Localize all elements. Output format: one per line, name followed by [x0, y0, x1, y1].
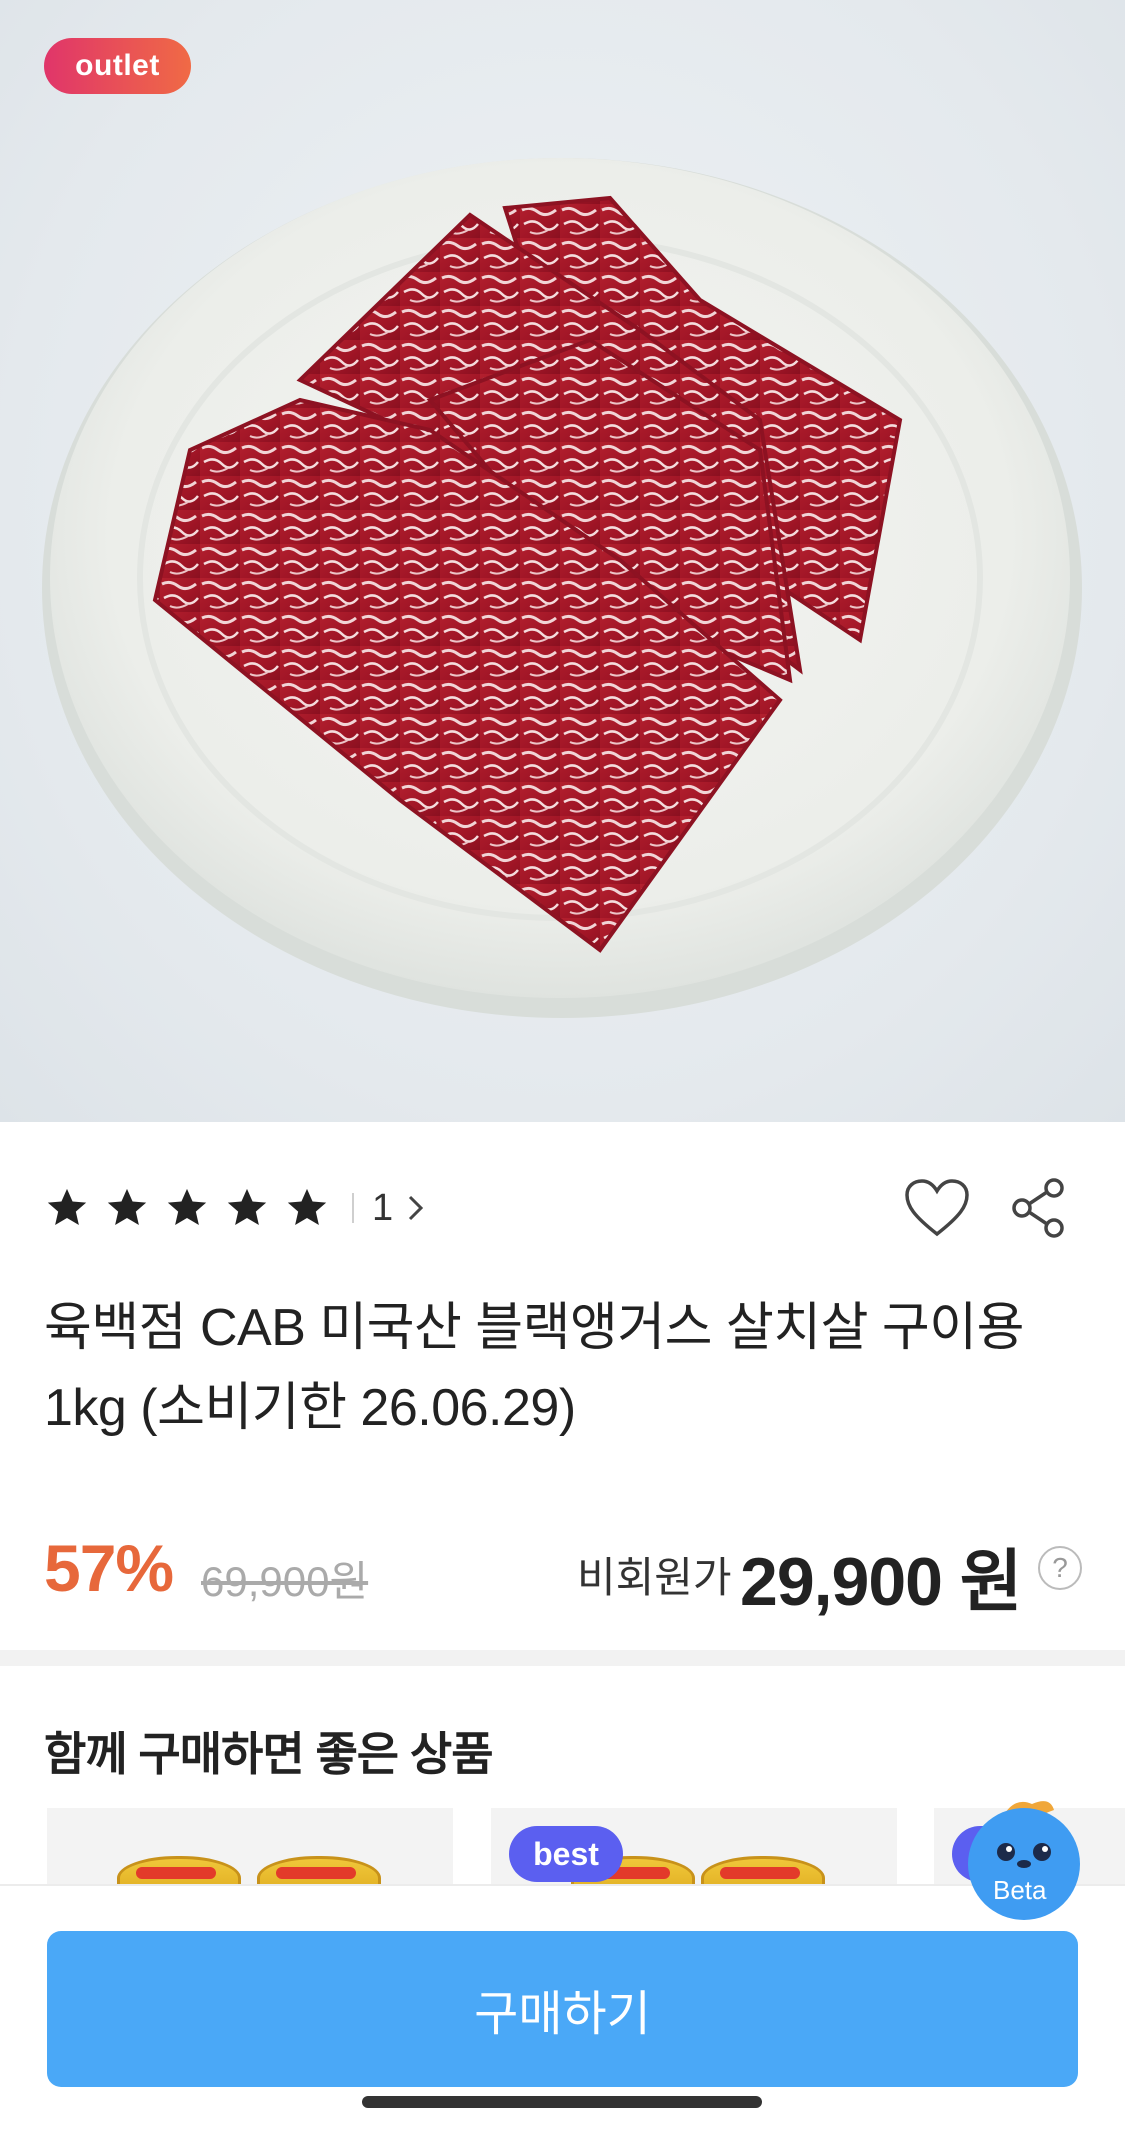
home-indicator	[362, 2096, 762, 2108]
star-icon	[107, 1188, 147, 1226]
product-photo-meat-on-plate	[42, 158, 1082, 1018]
product-image[interactable]: outlet	[0, 0, 1125, 1122]
recommend-section-title: 함께 구매하면 좋은 상품	[44, 1728, 494, 1780]
outlet-badge: outlet	[44, 38, 191, 94]
discount-rate: 57%	[44, 1531, 174, 1605]
rating-row[interactable]: 1	[44, 1180, 425, 1236]
section-divider	[0, 1650, 1125, 1666]
share-icon[interactable]	[1008, 1176, 1068, 1240]
chevron-right-icon	[409, 1195, 424, 1221]
star-icon	[287, 1188, 327, 1226]
best-badge: best	[509, 1826, 623, 1882]
product-title: 육백점 CAB 미국산 블랙앵거스 살치살 구이용 1kg (소비기한 26.0…	[44, 1288, 1084, 1448]
non-member-price-label: 비회원가	[577, 1554, 732, 1601]
assistant-beta-label: Beta	[993, 1875, 1047, 1905]
star-icon	[47, 1188, 87, 1226]
original-price: 69,900원	[201, 1558, 369, 1605]
sale-price: 29,900 원	[740, 1544, 1022, 1620]
divider	[352, 1193, 354, 1223]
help-icon[interactable]: ?	[1038, 1546, 1082, 1590]
recommend-product-card[interactable]	[47, 1808, 453, 1888]
star-icon	[167, 1188, 207, 1226]
review-count: 1	[372, 1186, 394, 1229]
price-row: 57% 69,900원 비회원가 29,900 원 ?	[44, 1530, 1084, 1620]
star-icon	[227, 1188, 267, 1226]
buy-button[interactable]: 구매하기	[47, 1931, 1078, 2087]
product-title-line: 육백점 CAB 미국산 블랙앵거스 살치살 구이용	[44, 1299, 1024, 1357]
product-title-line: 1kg (소비기한 26.06.29)	[44, 1379, 576, 1437]
heart-icon[interactable]	[904, 1178, 970, 1238]
